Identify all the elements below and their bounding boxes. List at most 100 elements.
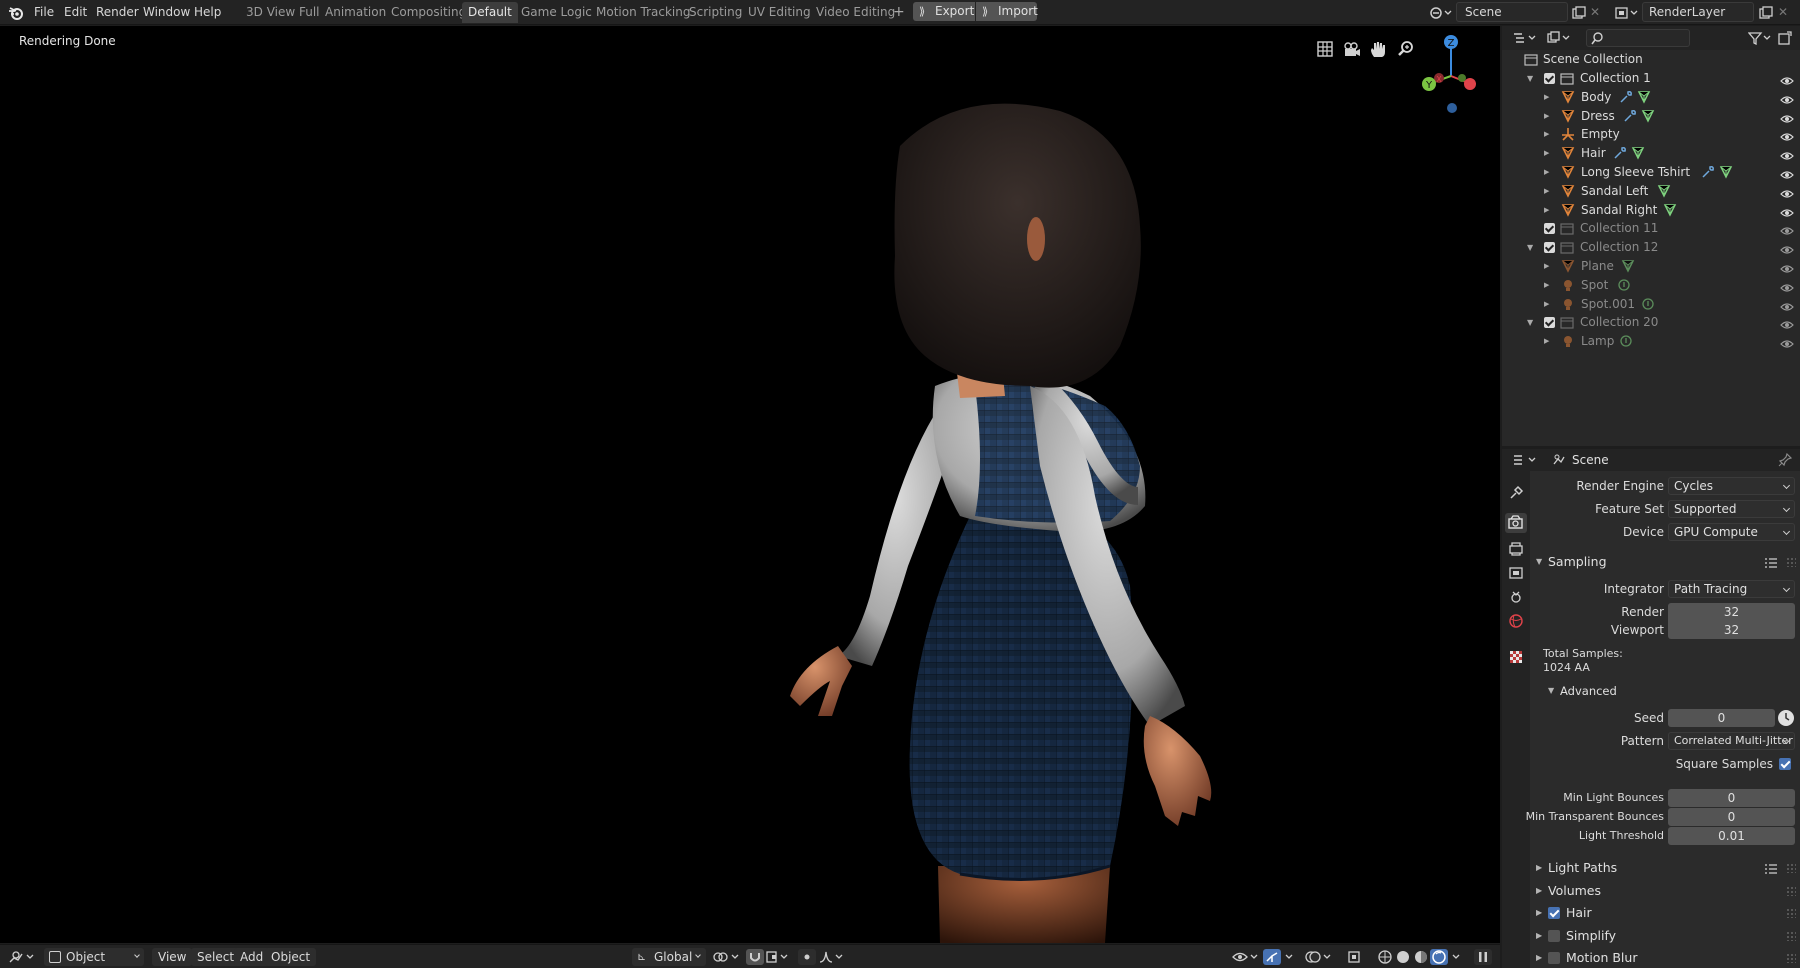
menu-file[interactable]: File (30, 4, 58, 21)
filter-icon[interactable] (1747, 31, 1774, 46)
light-data-icon[interactable] (1619, 334, 1633, 348)
snap-magnet-icon[interactable] (746, 949, 764, 965)
outliner-collection-row[interactable]: ▼ Collection 20 (1502, 313, 1800, 332)
expand-arrow-icon[interactable]: ▶ (1544, 144, 1554, 163)
tab-motion-tracking[interactable]: Motion Tracking (590, 2, 696, 23)
drag-grip-icon[interactable] (1786, 930, 1796, 941)
falloff-curve-icon[interactable] (818, 949, 846, 965)
expand-arrow-icon[interactable]: ▼ (1527, 313, 1537, 332)
simplify-panel-header[interactable]: ▶ Simplify (1530, 925, 1800, 947)
delete-render-layer-icon[interactable]: ✕ (1778, 6, 1790, 18)
expand-arrow-icon[interactable]: ▶ (1544, 332, 1554, 351)
expand-arrow-icon[interactable]: ▶ (1544, 201, 1554, 220)
visibility-eye-icon[interactable] (1780, 129, 1794, 141)
outliner-collection-row[interactable]: ▼ Collection 12 (1502, 238, 1800, 257)
visibility-eye-icon[interactable] (1780, 186, 1794, 198)
modifier-wrench-icon[interactable] (1623, 109, 1637, 123)
render-tab-icon[interactable] (1505, 513, 1527, 533)
view-layer-tab-icon[interactable] (1508, 565, 1524, 581)
shading-dropdown-icon[interactable] (1450, 949, 1464, 965)
shading-rendered-icon[interactable] (1430, 949, 1448, 965)
render-engine-dropdown[interactable]: Cycles (1668, 477, 1795, 495)
pattern-dropdown[interactable]: Correlated Multi-Jitter (1668, 732, 1795, 750)
menu-help[interactable]: Help (190, 4, 225, 21)
visibility-eye-icon[interactable] (1780, 111, 1794, 123)
outliner-object-row[interactable]: ▶ Spot (1502, 276, 1800, 295)
outliner-object-row[interactable]: ▶ Long Sleeve Tshirt (1502, 163, 1800, 182)
mesh-data-icon[interactable] (1657, 184, 1671, 198)
tab-game-logic[interactable]: Game Logic (515, 2, 598, 23)
mesh-data-icon[interactable] (1663, 203, 1677, 217)
add-workspace-button[interactable]: + (889, 4, 909, 21)
exclude-checkbox[interactable] (1544, 223, 1555, 235)
shading-material-icon[interactable] (1412, 949, 1430, 965)
sampling-panel-header[interactable]: ▼ Sampling (1530, 551, 1800, 573)
exclude-checkbox[interactable] (1544, 73, 1555, 84)
visibility-toggle-icon[interactable] (1232, 950, 1260, 964)
delete-scene-icon[interactable]: ✕ (1590, 6, 1602, 18)
tab-default[interactable]: Default (462, 2, 518, 23)
tab-uv-editing[interactable]: UV Editing (742, 2, 817, 23)
light-data-icon[interactable] (1641, 297, 1655, 311)
integrator-dropdown[interactable]: Path Tracing (1668, 580, 1795, 598)
pin-icon[interactable] (1778, 452, 1793, 467)
hair-checkbox[interactable] (1548, 907, 1560, 919)
modifier-wrench-icon[interactable] (1701, 165, 1715, 179)
scene-name-field[interactable]: Scene (1456, 2, 1568, 22)
tab-scripting[interactable]: Scripting (683, 2, 748, 23)
visibility-eye-icon[interactable] (1780, 336, 1794, 348)
feature-set-dropdown[interactable]: Supported (1668, 500, 1795, 518)
new-collection-icon[interactable] (1778, 31, 1792, 45)
exclude-checkbox[interactable] (1544, 242, 1555, 254)
outliner-object-row[interactable]: ▶ Sandal Left (1502, 182, 1800, 201)
gizmo-toggle-icon[interactable] (1263, 949, 1281, 965)
volumes-panel-header[interactable]: ▶ Volumes (1530, 880, 1800, 902)
render-samples-field[interactable]: 32 (1668, 603, 1795, 621)
outliner-object-row[interactable]: ▶ Hair (1502, 144, 1800, 163)
light-threshold-field[interactable]: 0.01 (1668, 827, 1795, 845)
menu-view[interactable]: View (152, 948, 193, 966)
visibility-eye-icon[interactable] (1780, 261, 1794, 273)
drag-grip-icon[interactable] (1786, 863, 1796, 873)
new-scene-icon[interactable] (1572, 6, 1586, 20)
pivot-point-icon[interactable] (712, 950, 742, 964)
shading-wireframe-icon[interactable] (1376, 949, 1394, 965)
import-button[interactable]: ⟫ Import (976, 2, 1038, 21)
visibility-eye-icon[interactable] (1780, 299, 1794, 311)
modifier-wrench-icon[interactable] (1619, 90, 1633, 104)
visibility-eye-icon[interactable] (1780, 317, 1794, 329)
mesh-data-icon[interactable] (1641, 109, 1655, 123)
expand-arrow-icon[interactable]: ▶ (1544, 107, 1554, 126)
seed-field[interactable]: 0 (1668, 709, 1775, 727)
expand-arrow-icon[interactable]: ▶ (1544, 125, 1554, 144)
motion-blur-panel-header[interactable]: ▶ Motion Blur (1530, 947, 1800, 968)
object-mode-dropdown[interactable]: Object Mode (44, 948, 144, 966)
menu-render[interactable]: Render (92, 4, 143, 21)
outliner-object-row[interactable]: ▶ Sandal Right (1502, 201, 1800, 220)
display-mode-icon[interactable] (1546, 31, 1574, 45)
menu-window[interactable]: Window (139, 4, 194, 21)
drag-grip-icon[interactable] (1786, 557, 1796, 567)
tab-compositing[interactable]: Compositing (385, 2, 472, 23)
scene-selector-icon[interactable] (1429, 5, 1453, 21)
simplify-checkbox[interactable] (1548, 929, 1560, 942)
drag-grip-icon[interactable] (1786, 953, 1796, 963)
visibility-eye-icon[interactable] (1780, 73, 1794, 85)
tab-3d-view-full[interactable]: 3D View Full (240, 2, 326, 23)
world-tab-icon[interactable] (1508, 613, 1524, 629)
mesh-data-icon[interactable] (1631, 146, 1645, 160)
advanced-subpanel-header[interactable]: ▼ Advanced (1530, 680, 1800, 702)
visibility-eye-icon[interactable] (1780, 205, 1794, 217)
snap-target-icon[interactable] (766, 950, 792, 964)
drag-grip-icon[interactable] (1786, 908, 1796, 918)
menu-add[interactable]: Add (234, 948, 270, 966)
render-layer-field[interactable]: RenderLayer (1642, 2, 1754, 22)
properties-editor-type-icon[interactable] (1512, 453, 1540, 467)
visibility-eye-icon[interactable] (1780, 280, 1794, 292)
transform-orientation-dropdown[interactable]: ⊾ Global (632, 948, 706, 966)
pan-hand-icon[interactable] (1367, 38, 1389, 60)
shading-solid-icon[interactable] (1394, 949, 1412, 965)
tab-video-editing[interactable]: Video Editing (810, 2, 901, 23)
grid-view-icon[interactable] (1314, 38, 1336, 60)
texture-tab-icon[interactable] (1508, 649, 1524, 665)
